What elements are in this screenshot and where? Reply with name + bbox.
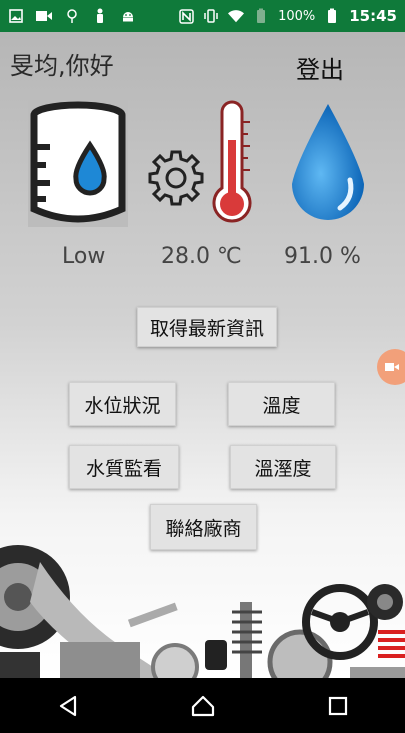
- main-content: 旻均,你好 登出 Low 28.0 ℃ 91.0 % 取得最新資訊 水位狀況 溫…: [0, 32, 405, 678]
- recents-icon[interactable]: [318, 686, 358, 726]
- humidity-value: 91.0 %: [284, 244, 361, 269]
- camera-icon: [385, 363, 399, 371]
- greeting-text: 旻均,你好: [10, 52, 114, 80]
- android-icon: [120, 8, 136, 24]
- water-tank-icon: [28, 99, 128, 227]
- battery-percent: 100%: [278, 8, 316, 24]
- location-icon: [64, 8, 80, 24]
- phone-screen: 100% 15:45 旻均,你好 登出 Low 28.0 ℃ 91.0 % 取得…: [0, 0, 405, 733]
- vibrate-icon: [203, 8, 219, 24]
- temperature-button[interactable]: 溫度: [228, 382, 335, 426]
- person-icon: [92, 8, 108, 24]
- back-icon[interactable]: [48, 686, 88, 726]
- battery-icon: [324, 8, 340, 24]
- thermometer-icon: [212, 100, 252, 223]
- water-quality-button[interactable]: 水質監看: [69, 445, 179, 489]
- water-level-value: Low: [62, 244, 106, 269]
- refresh-button[interactable]: 取得最新資訊: [137, 307, 277, 347]
- logout-button[interactable]: 登出: [296, 50, 344, 85]
- home-icon[interactable]: [183, 686, 223, 726]
- nfc-icon: [178, 8, 194, 24]
- status-bar: 100% 15:45: [0, 0, 405, 32]
- navigation-bar: [0, 678, 405, 733]
- floating-camera-button[interactable]: [377, 349, 405, 385]
- image-icon: [8, 8, 24, 24]
- water-level-button[interactable]: 水位狀況: [69, 382, 176, 426]
- gear-icon: [148, 150, 204, 206]
- water-drop-icon: [292, 104, 364, 220]
- battery-saver-icon: [253, 8, 269, 24]
- car-parts-illustration: [0, 545, 405, 678]
- humidity-button[interactable]: 溫溼度: [230, 445, 336, 489]
- wifi-icon: [228, 8, 245, 24]
- clock: 15:45: [349, 7, 397, 25]
- video-icon: [36, 8, 52, 24]
- temperature-value: 28.0 ℃: [161, 244, 242, 269]
